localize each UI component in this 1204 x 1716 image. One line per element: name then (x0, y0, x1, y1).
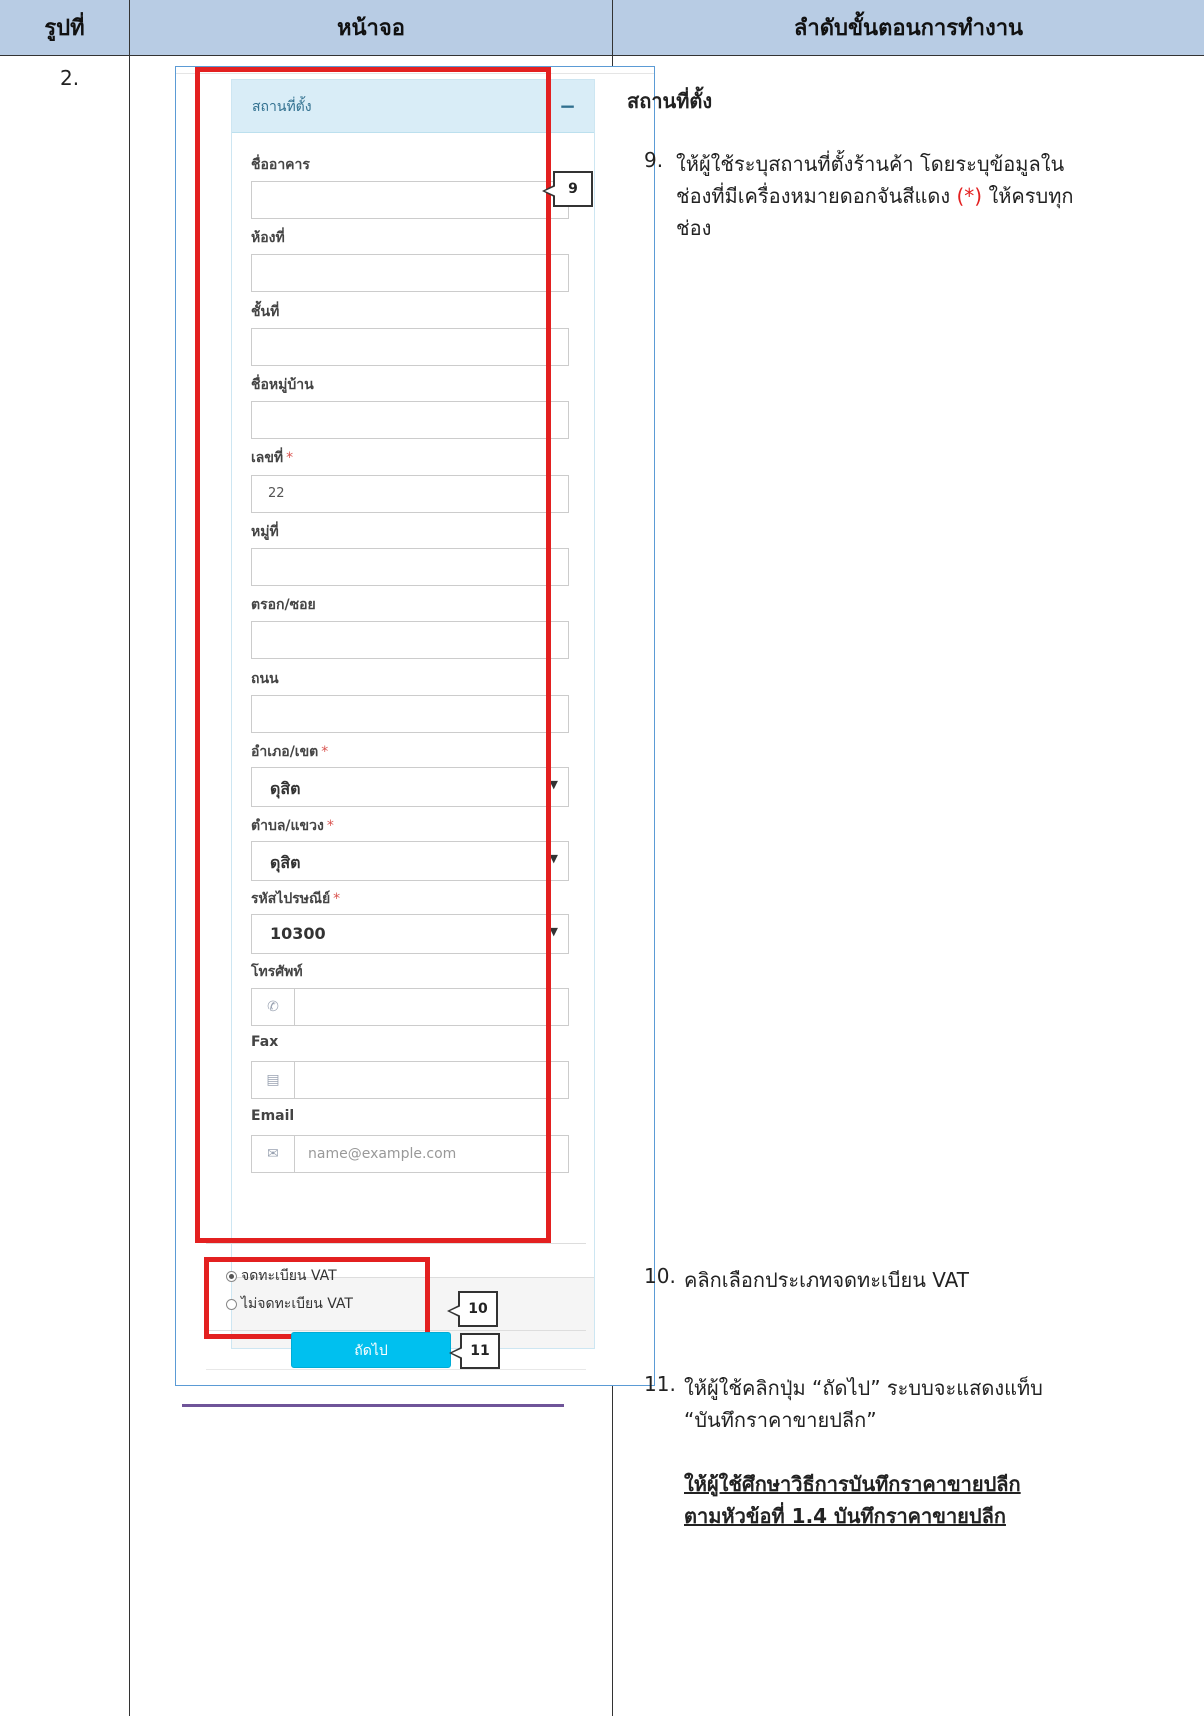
section-title: สถานที่ตั้ง (627, 89, 713, 113)
document-table: รูปที่ หน้าจอ ลำดับขั้นตอนการทำงาน 2. สถ… (0, 0, 1204, 1716)
next-button[interactable]: ถัดไป (291, 1332, 451, 1368)
step10-number: 10. (644, 1264, 676, 1288)
step9-line2: ช่องที่มีเครื่องหมายดอกจันสีแดง (*) ให้ค… (676, 184, 1074, 208)
step10-text: คลิกเลือกประเภทจดทะเบียน VAT (684, 1268, 969, 1292)
note-line2: ตามหัวข้อที่ 1.4 บันทึกราคาขายปลีก (684, 1504, 1006, 1528)
column-divider (129, 0, 130, 1716)
header-figure: รูปที่ (0, 0, 129, 56)
step9-line3: ช่อง (676, 216, 712, 240)
collapse-minus-icon[interactable]: − (559, 94, 576, 118)
highlight-box-10 (204, 1257, 430, 1339)
screenshot-frame: สถานที่ตั้ง − ชื่ออาคาร ห้องที่ ชั้นที่ … (175, 66, 655, 1407)
header-steps: ลำดับขั้นตอนการทำงาน (613, 0, 1204, 56)
step9-line1: ให้ผู้ใช้ระบุสถานที่ตั้งร้านค้า โดยระบุข… (676, 152, 1065, 176)
callout-10: 10 (447, 1291, 498, 1327)
step11-line2: “บันทึกราคาขายปลีก” (684, 1408, 877, 1432)
bottom-accent-line (182, 1404, 564, 1407)
callout-9: 9 (542, 171, 593, 207)
note-line1: ให้ผู้ใช้ศึกษาวิธีการบันทึกราคาขายปลีก (684, 1472, 1021, 1496)
header-screen: หน้าจอ (130, 0, 612, 56)
figure-number: 2. (60, 66, 80, 90)
step11-line1: ให้ผู้ใช้คลิกปุ่ม “ถัดไป” ระบบจะแสดงแท็บ (684, 1376, 1043, 1400)
step9-number: 9. (644, 148, 664, 172)
highlight-box-9 (195, 67, 551, 1243)
callout-11: 11 (449, 1333, 500, 1369)
step11-number: 11. (644, 1372, 676, 1396)
